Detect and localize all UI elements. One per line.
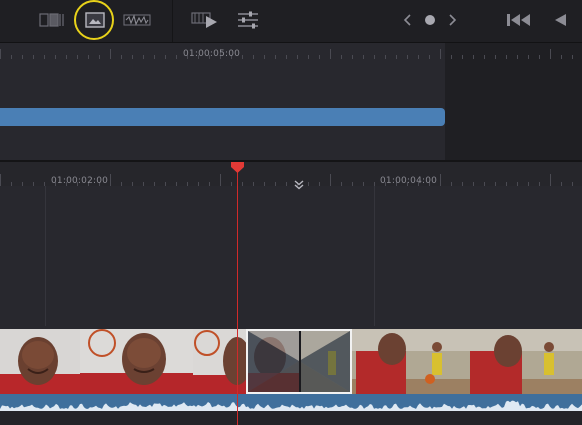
clip-thumbnail	[468, 329, 582, 394]
play-reverse-icon[interactable]	[548, 6, 572, 34]
clip-thumbnail	[352, 329, 468, 394]
playback-icon[interactable]	[190, 6, 220, 34]
lower-timecode-label: 01:00:04:00	[380, 176, 438, 186]
clip-thumbnail	[80, 329, 193, 394]
grid-line	[45, 186, 46, 326]
upper-timecode-label: 01:00:05:00	[183, 49, 241, 59]
go-to-start-icon[interactable]	[503, 6, 535, 34]
audio-waveform	[0, 400, 582, 411]
viewer-icon[interactable]	[82, 6, 108, 34]
playhead-line[interactable]	[237, 170, 238, 425]
prev-chevron-icon[interactable]	[400, 6, 416, 34]
expand-chevron-icon[interactable]	[293, 179, 305, 191]
next-chevron-icon[interactable]	[444, 6, 460, 34]
clip-thumbnail	[193, 329, 246, 394]
upper-timeline-end-area	[445, 43, 582, 161]
marker-dot-icon[interactable]	[422, 6, 438, 34]
video-clip-strip[interactable]	[0, 329, 582, 394]
toolbar-separator	[172, 0, 173, 42]
clip-view-icon[interactable]	[38, 6, 68, 34]
mixer-sliders-icon[interactable]	[234, 6, 262, 34]
playhead-marker[interactable]	[230, 161, 245, 174]
empty-track[interactable]	[0, 411, 582, 425]
upper-timeline-clip[interactable]	[0, 108, 445, 126]
upper-ruler-ticks	[0, 49, 573, 59]
lower-timecode-label: 01:00:02:00	[51, 176, 109, 186]
clip-thumbnail	[0, 329, 80, 394]
waveform-icon[interactable]	[122, 6, 152, 34]
grid-line	[374, 186, 375, 326]
audio-waveform-track[interactable]	[0, 394, 582, 411]
toolbar	[0, 0, 582, 43]
cross-dissolve-transition[interactable]	[246, 329, 352, 394]
